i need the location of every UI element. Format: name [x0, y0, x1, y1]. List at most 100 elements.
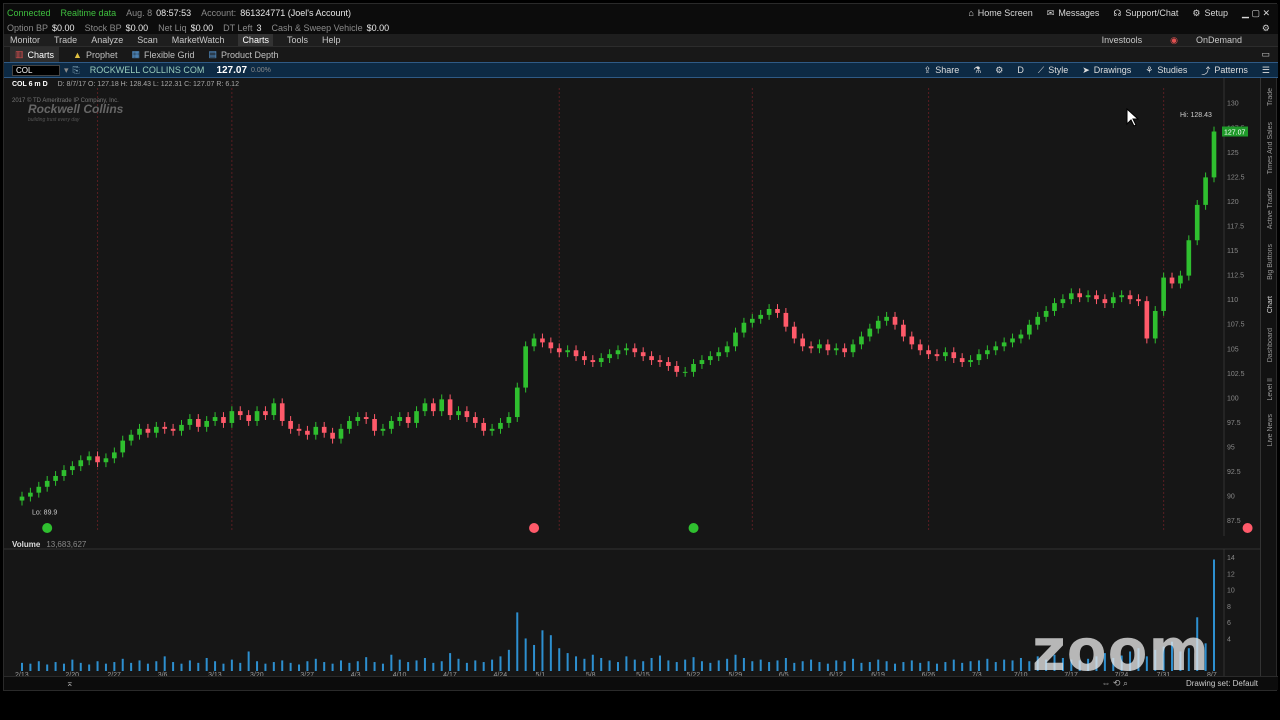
candle-body	[112, 452, 117, 459]
volume-bar	[877, 659, 880, 671]
period-button[interactable]: D	[1017, 65, 1024, 75]
home-screen-button[interactable]: ⌂ Home Screen	[968, 8, 1032, 18]
ondemand-button[interactable]: ◉ OnDemand	[1170, 35, 1256, 46]
volume-bar	[339, 660, 342, 671]
flask-button[interactable]: ⚗	[973, 65, 981, 76]
sidebar-tab-big-buttons[interactable]: Big Buttons	[1267, 244, 1274, 280]
volume-bar	[256, 661, 259, 671]
sidebar-tab-level2[interactable]: Level II	[1267, 378, 1274, 401]
layout-icon[interactable]: ▭	[1261, 49, 1270, 60]
candle-body	[833, 348, 839, 351]
menu-trade[interactable]: Trade	[54, 35, 77, 45]
volume-bar	[390, 654, 393, 671]
candle-body	[229, 411, 235, 423]
candle-body	[36, 486, 42, 493]
subtab-prophet[interactable]: ▲ Prophet	[73, 50, 117, 60]
gear-icon: ⚙	[995, 64, 1004, 75]
menu-marketwatch[interactable]: MarketWatch	[172, 35, 225, 45]
symbol-input[interactable]: COL	[12, 64, 60, 76]
volume-tick-label: 10	[1227, 588, 1235, 595]
menu-tools[interactable]: Tools	[287, 35, 308, 45]
messages-button[interactable]: ✉ Messages	[1047, 8, 1100, 19]
sidebar-tab-live-news[interactable]: Live News	[1267, 414, 1274, 446]
candle-body	[254, 411, 260, 421]
candle-body	[943, 352, 948, 357]
candle-body	[758, 314, 764, 319]
subtab-product-depth[interactable]: ▤ Product Depth	[209, 49, 279, 60]
symbol-dropdown-icon[interactable]: ▾	[64, 65, 69, 76]
settings-gear-icon[interactable]: ⚙	[1262, 23, 1270, 34]
menu-monitor[interactable]: Monitor	[10, 35, 40, 45]
subtab-charts[interactable]: ▥ Charts	[10, 47, 60, 62]
share-button[interactable]: ⇪ Share	[924, 65, 960, 76]
zoom-watermark: zoom	[1032, 616, 1210, 684]
setup-button[interactable]: ⚙ Setup	[1192, 8, 1228, 19]
ohlc-readout: D: 8/7/17 O: 127.18 H: 128.43 L: 122.31 …	[57, 81, 239, 88]
link-icon[interactable]: ⎘	[73, 65, 80, 76]
volume-bar	[188, 660, 191, 671]
candle-body	[1127, 295, 1133, 300]
volume-bar	[121, 658, 124, 671]
candle-body	[632, 348, 638, 353]
candle-body	[1203, 177, 1208, 205]
event-marker-icon	[688, 523, 699, 533]
menu-help[interactable]: Help	[322, 35, 341, 45]
volume-bar	[21, 662, 23, 671]
menu-investools[interactable]: Investools	[1102, 35, 1143, 45]
chart-subtabs: ▥ Charts ▲ Prophet ▦ Flexible Grid ▤ Product…	[4, 47, 1278, 62]
sidebar-tab-chart[interactable]: Chart	[1267, 296, 1274, 313]
window-controls[interactable]: ▁ ▢ ✕	[1242, 8, 1270, 19]
volume-bar	[944, 662, 947, 671]
menu-scan[interactable]: Scan	[137, 35, 158, 45]
candle-body	[86, 456, 92, 461]
price-chart[interactable]: 130127.5125122.5120117.5115112.5110107.5…	[4, 78, 1262, 536]
main-menu: Monitor Trade Analyze Scan MarketWatch C…	[4, 34, 1278, 47]
chart-info: COL 6 m D D: 8/7/17 O: 127.18 H: 128.43 …	[12, 81, 239, 104]
net-liq-value: $0.00	[190, 23, 214, 33]
style-button[interactable]: ⟋ Style	[1038, 65, 1068, 76]
volume-bar	[79, 662, 82, 671]
candle-body	[78, 460, 84, 467]
sidebar-tab-times-sales[interactable]: Times And Sales	[1267, 122, 1274, 174]
studies-button[interactable]: ⚘ Studies	[1145, 65, 1187, 76]
volume-bar	[415, 660, 418, 671]
menu-charts[interactable]: Charts	[238, 34, 273, 46]
headset-icon: ☊	[1113, 7, 1122, 18]
y-tick-label: 107.5	[1227, 322, 1245, 329]
y-tick-label: 110	[1227, 297, 1238, 304]
sidebar-tab-active-trader[interactable]: Active Trader	[1267, 188, 1274, 229]
volume-bar	[625, 656, 628, 671]
y-tick-label: 100	[1227, 395, 1239, 402]
sidebar-tab-trade[interactable]: Trade	[1267, 88, 1274, 106]
volume-bar	[768, 662, 771, 671]
chart-settings-button[interactable]: ⚙	[995, 65, 1003, 76]
volume-bar	[247, 651, 250, 671]
volume-bar	[810, 659, 813, 671]
candle-body	[263, 411, 268, 416]
menu-analyze[interactable]: Analyze	[91, 35, 123, 45]
candle-body	[1102, 299, 1108, 304]
account-value[interactable]: 861324771 (Joel's Account)	[240, 8, 351, 18]
subtab-flexible-grid[interactable]: ▦ Flexible Grid	[131, 49, 194, 60]
drawings-button[interactable]: ➤ Drawings	[1082, 65, 1131, 76]
candle-body	[531, 338, 537, 347]
sidebar-tab-dashboard[interactable]: Dashboard	[1267, 328, 1274, 362]
volume-bar	[986, 658, 989, 671]
patterns-button[interactable]: ⤴ Patterns	[1201, 64, 1248, 77]
price-change: 0.00%	[251, 66, 271, 74]
option-bp-label: Option BP	[7, 23, 49, 33]
candle-body	[800, 338, 805, 347]
volume-bar	[726, 658, 729, 671]
option-bp-value: $0.00	[52, 23, 75, 33]
support-chat-button[interactable]: ☊ Support/Chat	[1113, 8, 1178, 19]
volume-bar	[381, 663, 384, 671]
warning-icon: ▲	[73, 49, 82, 60]
volume-bar	[642, 661, 645, 671]
collapse-icon[interactable]: ⌅	[66, 678, 74, 689]
candle-body	[514, 387, 520, 418]
menu-icon[interactable]: ☰	[1262, 65, 1270, 76]
candle-body	[590, 360, 596, 363]
candle-body	[666, 362, 671, 366]
volume-bar	[650, 657, 653, 671]
candle-body	[1094, 295, 1099, 300]
